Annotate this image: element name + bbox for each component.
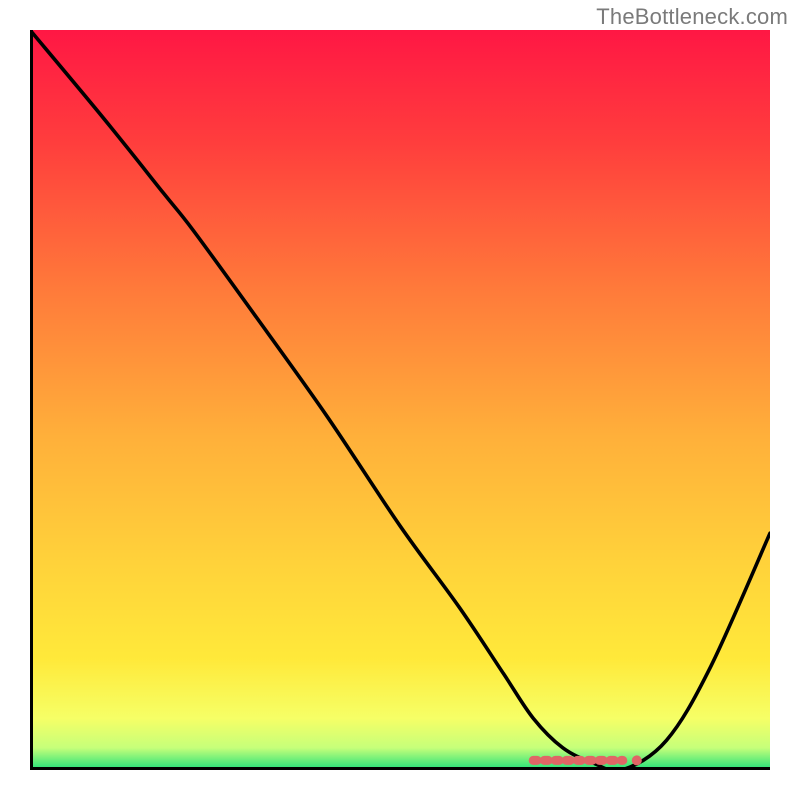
min-region-end-dot (632, 755, 642, 765)
watermark-text: TheBottleneck.com (596, 4, 788, 30)
chart-canvas (30, 30, 770, 770)
chart-area (30, 30, 770, 770)
chart-background (30, 30, 770, 770)
